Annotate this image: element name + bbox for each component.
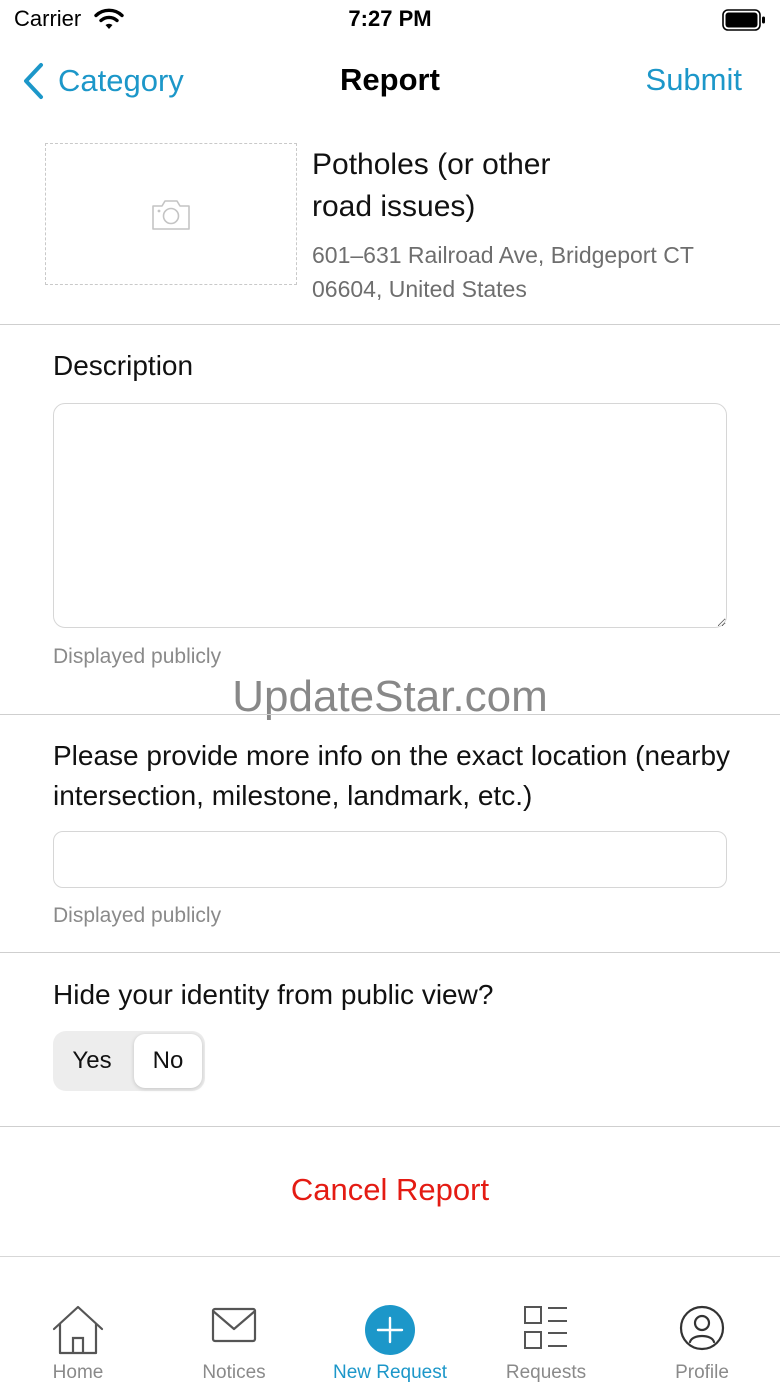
add-photo-button[interactable] — [45, 143, 297, 285]
divider — [0, 714, 780, 715]
tab-new-request-label: New Request — [332, 1362, 448, 1383]
divider — [0, 952, 780, 953]
description-label: Description — [53, 350, 194, 381]
description-helper-text: Displayed publicly — [53, 645, 222, 668]
location-info-helper-text: Displayed publicly — [53, 904, 222, 927]
tab-notices[interactable]: Notices — [156, 1257, 312, 1387]
tab-notices-label: Notices — [202, 1362, 266, 1383]
report-category-title: Potholes (or other road issues) — [312, 148, 551, 223]
tab-profile-label: Profile — [675, 1362, 729, 1383]
envelope-icon — [211, 1307, 257, 1343]
hide-identity-segmented-control: Yes No — [53, 1031, 205, 1091]
navigation-bar: Category Report Submit — [0, 46, 780, 116]
hide-identity-label: Hide your identity from public view? — [53, 979, 494, 1010]
tab-new-request[interactable]: New Request — [312, 1257, 468, 1387]
back-button[interactable]: Category — [22, 58, 184, 104]
plus-circle-icon — [365, 1305, 415, 1355]
location-info-label: Please provide more info on the exact lo… — [53, 740, 731, 811]
report-address: 601–631 Railroad Ave, Bridgeport CT 0660… — [312, 242, 694, 302]
location-info-input[interactable] — [53, 831, 727, 888]
hide-identity-no-option[interactable]: No — [134, 1034, 202, 1088]
person-icon — [679, 1305, 725, 1351]
tab-home[interactable]: Home — [0, 1257, 156, 1387]
camera-icon — [152, 200, 190, 230]
tab-profile[interactable]: Profile — [624, 1257, 780, 1387]
status-bar: Carrier 7:27 PM — [0, 0, 780, 40]
hide-identity-yes-option[interactable]: Yes — [53, 1031, 131, 1091]
home-icon — [52, 1305, 104, 1355]
battery-icon — [722, 9, 766, 36]
tab-home-label: Home — [52, 1362, 104, 1383]
description-textarea[interactable] — [53, 403, 727, 628]
divider — [0, 1126, 780, 1127]
chevron-left-icon — [24, 63, 43, 99]
back-button-label: Category — [58, 63, 184, 98]
list-icon — [524, 1306, 567, 1349]
submit-button[interactable]: Submit — [646, 62, 742, 98]
tab-requests-label: Requests — [505, 1362, 587, 1383]
cancel-report-button[interactable]: Cancel Report — [0, 1172, 780, 1208]
divider — [0, 324, 780, 325]
tab-bar: Home Notices New Request Requests Profil… — [0, 1256, 780, 1387]
status-time: 7:27 PM — [348, 6, 432, 31]
tab-requests[interactable]: Requests — [468, 1257, 624, 1387]
